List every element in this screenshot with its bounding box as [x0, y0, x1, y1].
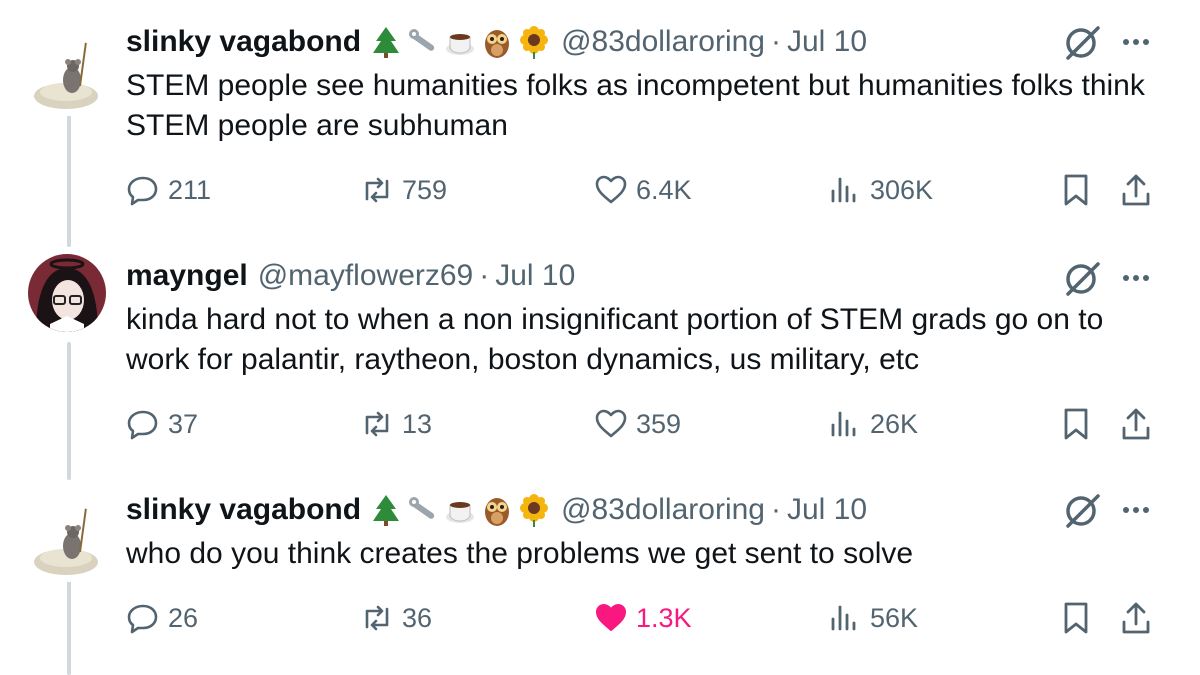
grok-icon[interactable]	[1062, 258, 1104, 300]
tweet-text: STEM people see humanities folks as inco…	[126, 69, 1145, 142]
owl-emoji	[485, 30, 510, 58]
handle[interactable]: @mayflowerz69	[258, 254, 474, 298]
avatar[interactable]	[28, 504, 106, 582]
tweet-header: slinky vagabond @83dollaroring · Jul 10	[126, 488, 867, 532]
separator-dot: ·	[770, 493, 781, 526]
like-count: 1.3K	[636, 602, 692, 633]
like-count: 6.4K	[636, 174, 692, 205]
grok-icon[interactable]	[1062, 490, 1104, 532]
repost-icon	[365, 411, 389, 437]
tweet[interactable]: slinky vagabond @83dollaroring · Jul 10 …	[0, 488, 1200, 675]
reply-count: 26	[168, 602, 199, 633]
sunflower-emoji	[520, 26, 549, 59]
like-button[interactable]: 359	[594, 404, 681, 444]
reply-button[interactable]: 37	[126, 404, 198, 444]
bookmark-icon[interactable]	[1058, 172, 1094, 208]
repost-icon	[365, 605, 389, 631]
reply-icon	[127, 604, 158, 634]
reply-button[interactable]: 211	[126, 170, 211, 210]
anime-avatar-icon	[28, 254, 106, 332]
display-name[interactable]: slinky vagabond	[126, 20, 361, 64]
avatar[interactable]	[28, 254, 106, 332]
view-count: 306K	[870, 174, 934, 205]
tweet-header: slinky vagabond @83dollaroring · Jul 10	[126, 20, 867, 64]
heart-icon	[595, 175, 627, 204]
repost-button[interactable]: 13	[360, 404, 432, 444]
tweet-header: mayngel @mayflowerz69 · Jul 10	[126, 254, 575, 298]
repost-count: 36	[402, 602, 433, 633]
analytics-icon	[831, 177, 856, 203]
tweet[interactable]: mayngel @mayflowerz69 · Jul 10 kinda har…	[0, 254, 1200, 454]
views-button[interactable]: 26K	[828, 404, 918, 444]
more-options-icon[interactable]	[1118, 260, 1154, 296]
share-icon[interactable]	[1118, 172, 1154, 208]
reply-count: 37	[168, 408, 199, 439]
reply-icon	[127, 176, 158, 206]
reply-icon	[127, 410, 158, 440]
repost-button[interactable]: 36	[360, 598, 432, 638]
tweet-text: who do you think creates the problems we…	[126, 537, 914, 570]
wrench-emoji	[409, 29, 435, 51]
repost-count: 759	[402, 174, 448, 205]
separator-dot: ·	[479, 259, 490, 292]
handle[interactable]: @83dollaroring	[561, 20, 765, 64]
tweet-actions: 26 36 1.3K 56K	[0, 598, 1200, 638]
rat-avatar-icon	[28, 504, 106, 582]
sunflower-emoji	[520, 494, 549, 527]
display-name[interactable]: mayngel	[126, 254, 248, 298]
repost-icon	[365, 177, 389, 203]
heart-filled-icon	[596, 604, 626, 631]
like-button[interactable]: 1.3K	[594, 598, 692, 638]
display-name[interactable]: slinky vagabond	[126, 488, 361, 532]
avatar[interactable]	[28, 38, 106, 116]
reply-count: 211	[168, 174, 212, 205]
bookmark-icon[interactable]	[1058, 600, 1094, 636]
tree-emoji	[373, 495, 400, 526]
more-options-icon[interactable]	[1118, 24, 1154, 60]
repost-count: 13	[402, 408, 433, 439]
handle[interactable]: @83dollaroring	[561, 488, 765, 532]
name-emojis	[369, 25, 551, 59]
rat-avatar-icon	[28, 38, 106, 116]
heart-icon	[595, 409, 627, 438]
reply-button[interactable]: 26	[126, 598, 198, 638]
bookmark-icon[interactable]	[1058, 406, 1094, 442]
views-button[interactable]: 306K	[828, 170, 933, 210]
tweet-text: kinda hard not to when a non insignifica…	[126, 303, 1104, 376]
separator-dot: ·	[770, 25, 781, 58]
analytics-icon	[831, 411, 856, 437]
more-options-icon[interactable]	[1118, 492, 1154, 528]
tweet-actions: 37 13 359 26K	[0, 404, 1200, 444]
coffee-emoji	[446, 34, 475, 55]
view-count: 26K	[870, 408, 919, 439]
like-button[interactable]: 6.4K	[594, 170, 692, 210]
timestamp[interactable]: Jul 10	[787, 488, 867, 532]
tree-emoji	[373, 27, 400, 58]
wrench-emoji	[409, 497, 435, 519]
tweet[interactable]: slinky vagabond @83dollaroring · Jul 10 …	[0, 20, 1200, 220]
repost-button[interactable]: 759	[360, 170, 447, 210]
coffee-emoji	[446, 502, 475, 523]
view-count: 56K	[870, 602, 919, 633]
timestamp[interactable]: Jul 10	[495, 254, 575, 298]
share-icon[interactable]	[1118, 600, 1154, 636]
owl-emoji	[485, 498, 510, 526]
tweet-actions: 211 759 6.4K 306K	[0, 170, 1200, 210]
views-button[interactable]: 56K	[828, 598, 918, 638]
analytics-icon	[831, 605, 856, 631]
timestamp[interactable]: Jul 10	[787, 20, 867, 64]
name-emojis	[369, 493, 551, 527]
grok-icon[interactable]	[1062, 22, 1104, 64]
like-count: 359	[636, 408, 682, 439]
share-icon[interactable]	[1118, 406, 1154, 442]
